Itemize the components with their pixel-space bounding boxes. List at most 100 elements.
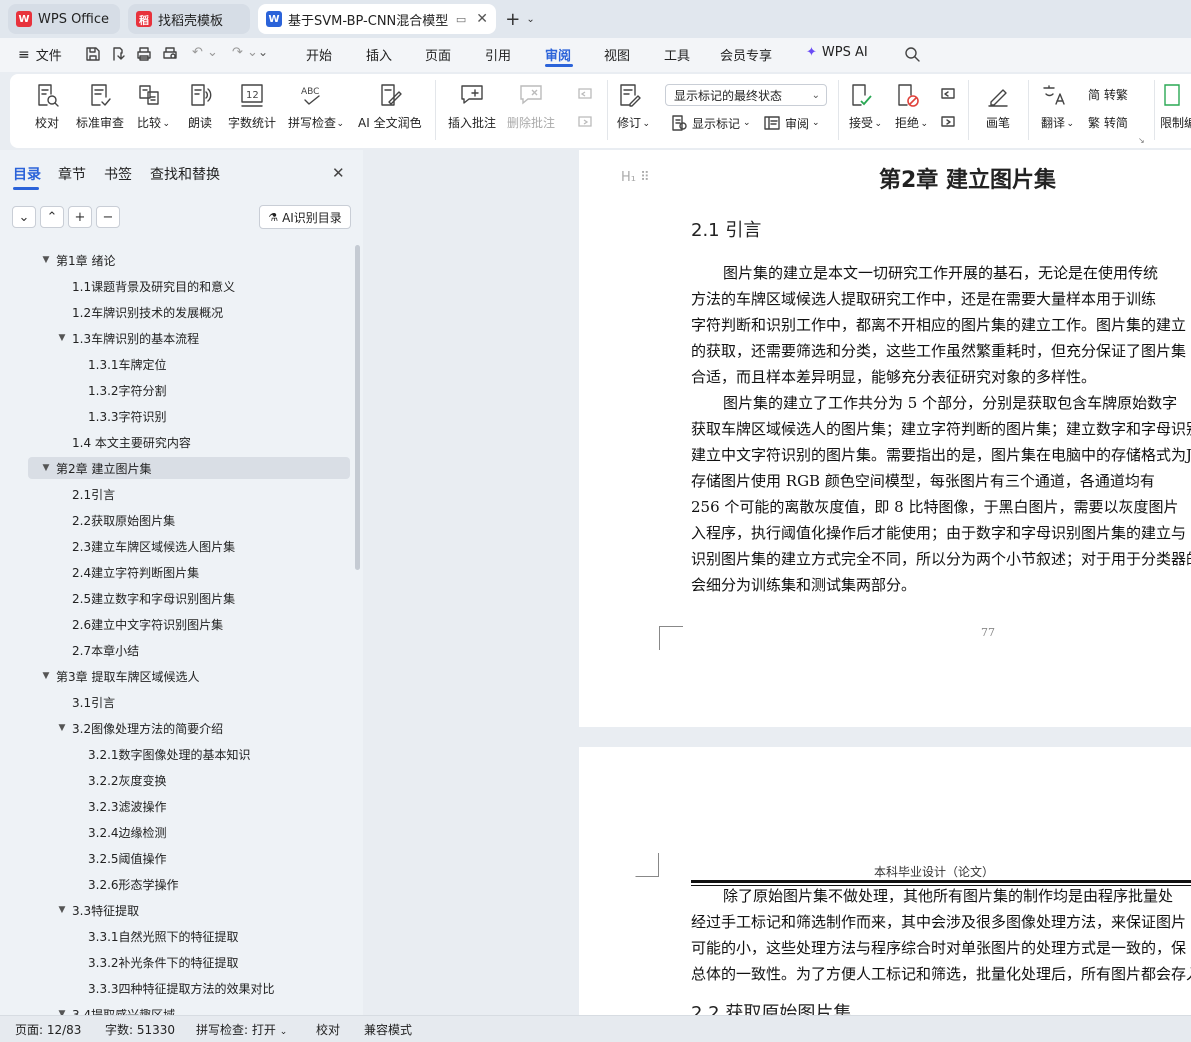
review-pane-button[interactable]: 审阅 ⌄ bbox=[763, 114, 820, 132]
expand-triangle-icon[interactable]: ▼ bbox=[40, 671, 52, 681]
menu-insert[interactable]: 插入 bbox=[366, 45, 392, 64]
file-menu[interactable]: ≡ 文件 bbox=[18, 45, 62, 65]
restrict-editing-button[interactable]: 限制编 bbox=[1160, 82, 1191, 131]
menu-review[interactable]: 审阅 bbox=[545, 45, 571, 64]
proofread-button[interactable]: 校对 bbox=[34, 82, 60, 131]
menu-wps-ai[interactable]: ✦ WPS AI bbox=[806, 45, 868, 60]
spell-check-status[interactable]: 拼写检查: 打开 ⌄ bbox=[196, 1021, 287, 1038]
heading-style-icon[interactable]: H₁ ⠿ bbox=[621, 170, 650, 185]
toc-item[interactable]: 3.2.6形态学操作 bbox=[72, 873, 179, 895]
toc-item[interactable]: 1.3.2字符分割 bbox=[72, 379, 167, 401]
new-tab-button[interactable]: + ⌄ bbox=[500, 8, 540, 30]
menu-tools[interactable]: 工具 bbox=[664, 45, 690, 64]
toc-item[interactable]: 3.2.2灰度变换 bbox=[72, 769, 167, 791]
toc-item[interactable]: 2.7本章小结 bbox=[56, 639, 139, 661]
export-icon[interactable] bbox=[110, 46, 126, 62]
compare-button[interactable]: 比较 ⌄ bbox=[136, 82, 170, 131]
menu-member[interactable]: 会员专享 bbox=[720, 45, 772, 64]
expand-corner-icon[interactable]: ↘ bbox=[1138, 136, 1145, 145]
previous-change-icon[interactable] bbox=[939, 86, 961, 104]
to-traditional-button[interactable]: 简 转繁 bbox=[1088, 86, 1128, 103]
next-comment-icon[interactable] bbox=[576, 114, 598, 132]
page-indicator[interactable]: 页面: 12/83 bbox=[15, 1021, 81, 1038]
delete-comment-button[interactable]: 删除批注 bbox=[507, 82, 555, 131]
toc-item[interactable]: ▼ 第2章 建立图片集 bbox=[40, 457, 152, 479]
toc-item[interactable]: 2.6建立中文字符识别图片集 bbox=[56, 613, 223, 635]
toc-item[interactable]: 3.1引言 bbox=[56, 691, 115, 713]
save-icon[interactable] bbox=[85, 46, 101, 62]
previous-comment-icon[interactable] bbox=[576, 86, 598, 104]
menu-reference[interactable]: 引用 bbox=[485, 45, 511, 64]
accept-button[interactable]: 接受 ⌄ bbox=[848, 82, 882, 131]
redo-icon[interactable]: ↷ ⌄ bbox=[232, 45, 258, 60]
toc-item[interactable]: 3.2.3滤波操作 bbox=[72, 795, 167, 817]
pen-button[interactable]: 画笔 bbox=[985, 82, 1011, 131]
word-count-indicator[interactable]: 字数: 51330 bbox=[105, 1021, 175, 1038]
toc-item[interactable]: 2.5建立数字和字母识别图片集 bbox=[56, 587, 235, 609]
scrollbar[interactable] bbox=[355, 245, 360, 570]
proofread-status[interactable]: 校对 bbox=[316, 1021, 340, 1038]
spell-check-button[interactable]: ABC 拼写检查 ⌄ bbox=[288, 82, 344, 131]
expand-triangle-icon[interactable]: ▼ bbox=[40, 463, 52, 473]
toc-item[interactable]: 1.2车牌识别技术的发展概况 bbox=[56, 301, 223, 323]
search-icon[interactable] bbox=[904, 46, 921, 63]
menu-start[interactable]: 开始 bbox=[306, 45, 332, 64]
menu-page[interactable]: 页面 bbox=[425, 45, 451, 64]
toc-item[interactable]: ▼ 3.2图像处理方法的简要介绍 bbox=[56, 717, 224, 739]
toc-item[interactable]: ▼ 第3章 提取车牌区域候选人 bbox=[40, 665, 200, 687]
to-simplified-button[interactable]: 繁 转简 bbox=[1088, 114, 1128, 131]
expand-triangle-icon[interactable]: ▼ bbox=[40, 255, 52, 265]
toc-item[interactable]: 3.3.2补光条件下的特征提取 bbox=[72, 951, 239, 973]
expand-triangle-icon[interactable]: ▼ bbox=[56, 905, 68, 915]
tab-find-replace[interactable]: 查找和替换 bbox=[150, 164, 220, 184]
toc-item[interactable]: 2.3建立车牌区域候选人图片集 bbox=[56, 535, 235, 557]
add-heading-button[interactable]: + bbox=[68, 206, 92, 228]
chevron-down-icon[interactable]: ⌄ bbox=[258, 45, 268, 59]
standard-review-button[interactable]: 标准审查 bbox=[76, 82, 124, 131]
read-aloud-button[interactable]: 朗读 bbox=[187, 82, 213, 131]
toc-item[interactable]: ▼ 1.3车牌识别的基本流程 bbox=[56, 327, 200, 349]
close-icon[interactable]: ✕ bbox=[476, 11, 488, 27]
collapse-all-button[interactable]: ⌄ bbox=[12, 206, 36, 228]
next-change-icon[interactable] bbox=[939, 114, 961, 132]
tab-template[interactable]: 稻 找稻壳模板 bbox=[128, 4, 250, 34]
toc-item[interactable]: 1.3.1车牌定位 bbox=[72, 353, 167, 375]
toc-item[interactable]: 2.4建立字符判断图片集 bbox=[56, 561, 199, 583]
undo-icon[interactable]: ↶ ⌄ bbox=[192, 45, 218, 60]
insert-comment-button[interactable]: 插入批注 bbox=[448, 82, 496, 131]
markup-select[interactable]: 显示标记的最终状态 ⌄ bbox=[665, 84, 827, 106]
tab-document[interactable]: W 基于SVM-BP-CNN混合模型 ▭ ✕ bbox=[258, 4, 496, 34]
reject-button[interactable]: 拒绝 ⌄ bbox=[894, 82, 928, 131]
expand-up-button[interactable]: ⌃ bbox=[40, 206, 64, 228]
remove-heading-button[interactable]: − bbox=[96, 206, 120, 228]
toc-item[interactable]: 1.1课题背景及研究目的和意义 bbox=[56, 275, 235, 297]
toc-item[interactable]: ▼ 3.3特征提取 bbox=[56, 899, 140, 921]
ai-polish-button[interactable]: AI 全文润色 bbox=[358, 82, 422, 131]
tab-bookmarks[interactable]: 书签 bbox=[104, 164, 132, 184]
tab-wps-office[interactable]: W WPS Office bbox=[8, 4, 120, 34]
revise-button[interactable]: 修订 ⌄ bbox=[616, 82, 650, 131]
expand-triangle-icon[interactable]: ▼ bbox=[56, 333, 68, 343]
toc-item[interactable]: 1.4 本文主要研究内容 bbox=[56, 431, 191, 453]
tab-toc[interactable]: 目录 bbox=[13, 164, 41, 184]
toc-item[interactable]: 1.3.3字符识别 bbox=[72, 405, 167, 427]
print-preview-icon[interactable] bbox=[162, 46, 178, 62]
toc-item[interactable]: 3.2.4边缘检测 bbox=[72, 821, 167, 843]
ai-toc-button[interactable]: ⚗ AI识别目录 bbox=[259, 205, 351, 229]
menu-view[interactable]: 视图 bbox=[604, 45, 630, 64]
close-icon[interactable]: ✕ bbox=[332, 164, 345, 182]
translate-button[interactable]: 翻译 ⌄ bbox=[1040, 82, 1074, 131]
show-markup-button[interactable]: 显示标记 ⌄ bbox=[670, 114, 751, 132]
expand-triangle-icon[interactable]: ▼ bbox=[56, 723, 68, 733]
tab-chapters[interactable]: 章节 bbox=[58, 164, 86, 184]
toc-item[interactable]: 3.3.3四种特征提取方法的效果对比 bbox=[72, 977, 275, 999]
word-count-button[interactable]: 12 字数统计 bbox=[228, 82, 276, 131]
print-icon[interactable] bbox=[136, 46, 152, 62]
toc-item[interactable]: 3.2.5阈值操作 bbox=[72, 847, 167, 869]
toc-item[interactable]: 2.1引言 bbox=[56, 483, 115, 505]
toc-item[interactable]: 3.2.1数字图像处理的基本知识 bbox=[72, 743, 251, 765]
toc-item[interactable]: ▼ 第1章 绪论 bbox=[40, 249, 116, 271]
toc-item[interactable]: ▼ 3.4提取感兴趣区域 bbox=[56, 1003, 176, 1016]
toc-item[interactable]: 3.3.1自然光照下的特征提取 bbox=[72, 925, 239, 947]
toc-item[interactable]: 2.2获取原始图片集 bbox=[56, 509, 175, 531]
